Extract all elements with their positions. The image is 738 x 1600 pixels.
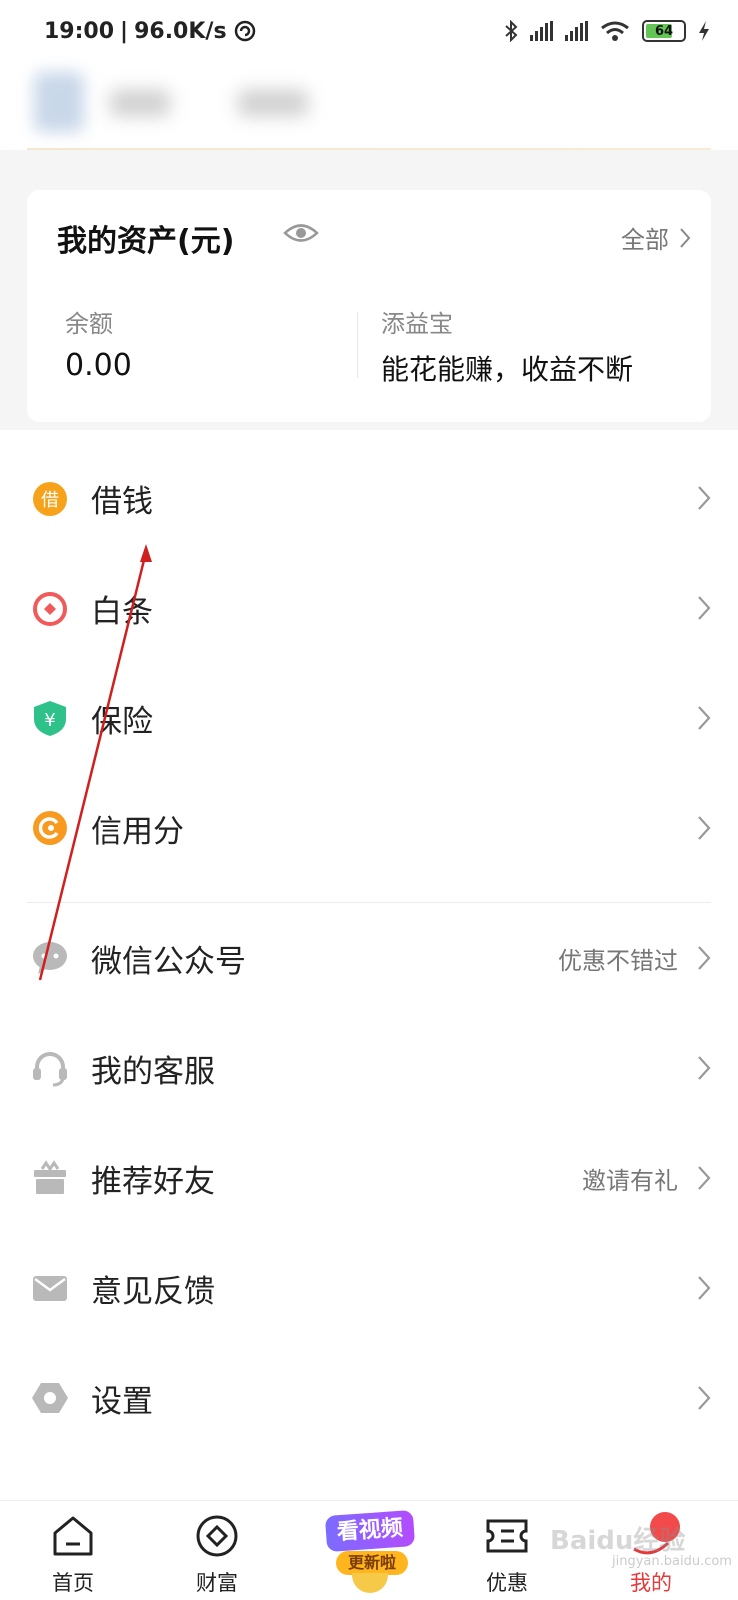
- menu-item-refer-friend[interactable]: 推荐好友 邀请有礼: [0, 1122, 738, 1234]
- fund-label: 添益宝: [381, 310, 453, 338]
- profile-header[interactable]: [0, 62, 738, 166]
- chevron-right-icon: [698, 1166, 711, 1190]
- chevron-right-icon: [698, 596, 711, 620]
- chevron-right-icon: [698, 816, 711, 840]
- promo-subtitle: 更新啦: [336, 1551, 408, 1575]
- watermark-brand: Baidu经验: [550, 1526, 686, 1556]
- tab-offers[interactable]: 优惠: [452, 1501, 562, 1600]
- menu-item-credit-score[interactable]: 信用分: [0, 772, 738, 884]
- status-left: 19:00 | 96.0K/s: [44, 19, 257, 44]
- bluetooth-icon: [505, 20, 518, 42]
- menu-label-credit-score: 信用分: [91, 813, 184, 850]
- headset-icon: [33, 1052, 67, 1087]
- settings-icon: [32, 1383, 68, 1413]
- asset-card: 我的资产(元) 全部 余额 0.00 添益宝 能花能赚，收益不断: [27, 190, 711, 422]
- svg-text:借: 借: [41, 490, 59, 511]
- blurred-username: [110, 90, 170, 116]
- borrow-icon: 借: [33, 482, 67, 516]
- network-speed: 96.0K/s: [134, 18, 227, 44]
- all-assets-label: 全部: [621, 226, 669, 254]
- tab-label-wealth: 财富: [196, 1571, 238, 1595]
- gift-icon: [34, 1160, 66, 1194]
- menu-item-baitiao[interactable]: 白条: [0, 552, 738, 664]
- chevron-right-icon: [698, 1386, 711, 1410]
- charging-icon: [699, 21, 709, 41]
- promo-coin-icon: [352, 1573, 388, 1593]
- menu-label-feedback: 意见反馈: [91, 1273, 215, 1310]
- blurred-account-info: [238, 90, 308, 116]
- menu-label-borrow: 借钱: [91, 483, 153, 520]
- wechat-aux-text: 优惠不错过: [558, 946, 678, 975]
- menu-item-feedback[interactable]: 意见反馈: [0, 1232, 738, 1344]
- chevron-right-icon: [698, 1056, 711, 1080]
- tab-home[interactable]: 首页: [18, 1501, 128, 1600]
- asset-divider: [357, 312, 358, 378]
- promo-title: 看视频: [324, 1509, 416, 1553]
- menu-label-settings: 设置: [91, 1383, 153, 1420]
- fund-description[interactable]: 能花能赚，收益不断: [381, 348, 633, 388]
- status-right: 64: [504, 20, 710, 42]
- refer-friend-aux-text: 邀请有礼: [582, 1166, 678, 1195]
- tab-label-home: 首页: [52, 1571, 94, 1595]
- menu-item-insurance[interactable]: ¥ 保险: [0, 662, 738, 774]
- video-promo-button[interactable]: 看视频 更新啦: [318, 1505, 422, 1595]
- avatar[interactable]: [34, 72, 84, 132]
- data-saver-icon: [234, 20, 255, 42]
- menu-item-wechat[interactable]: 微信公众号 优惠不错过: [0, 902, 738, 1014]
- svg-text:¥: ¥: [44, 710, 55, 731]
- status-separator: |: [120, 18, 129, 44]
- tab-label-offers: 优惠: [486, 1571, 528, 1595]
- wealth-icon: [196, 1515, 238, 1557]
- chevron-right-icon: [698, 486, 711, 510]
- menu-item-borrow[interactable]: 借 借钱: [0, 442, 738, 554]
- signal-icon-1: [530, 21, 553, 41]
- menu-item-customer-service[interactable]: 我的客服: [0, 1012, 738, 1124]
- baitiao-icon: [33, 592, 67, 626]
- wifi-icon: [601, 21, 629, 41]
- wechat-icon: [33, 942, 67, 974]
- home-icon: [53, 1516, 93, 1556]
- chevron-right-icon: [698, 946, 711, 970]
- menu-label-insurance: 保险: [91, 703, 153, 740]
- battery-level: 64: [654, 23, 674, 39]
- menu-item-settings[interactable]: 设置: [0, 1342, 738, 1454]
- status-bar: 19:00 | 96.0K/s 64: [0, 0, 738, 62]
- eye-icon[interactable]: [282, 220, 320, 246]
- balance-value[interactable]: 0.00: [65, 348, 132, 383]
- asset-title: 我的资产(元): [57, 224, 235, 259]
- signal-icon-2: [565, 21, 588, 41]
- all-assets-link[interactable]: 全部: [621, 220, 691, 255]
- menu-label-baitiao: 白条: [91, 593, 153, 630]
- battery-icon: 64: [642, 20, 686, 42]
- watermark-url: jingyan.baidu.com: [612, 1554, 732, 1569]
- chevron-right-icon: [698, 1276, 711, 1300]
- chevron-right-icon: [698, 706, 711, 730]
- menu-label-wechat: 微信公众号: [91, 943, 246, 980]
- credit-score-icon: [33, 811, 67, 845]
- clock: 19:00: [44, 18, 115, 44]
- insurance-shield-icon: ¥: [34, 701, 66, 736]
- tab-wealth[interactable]: 财富: [162, 1501, 272, 1600]
- menu-label-refer-friend: 推荐好友: [91, 1163, 215, 1200]
- mail-icon: [33, 1276, 67, 1301]
- chevron-right-icon: [680, 227, 691, 248]
- tab-label-mine: 我的: [630, 1571, 672, 1595]
- balance-label: 余额: [65, 310, 113, 338]
- coupon-icon: [486, 1519, 528, 1553]
- menu-label-customer-service: 我的客服: [91, 1053, 215, 1090]
